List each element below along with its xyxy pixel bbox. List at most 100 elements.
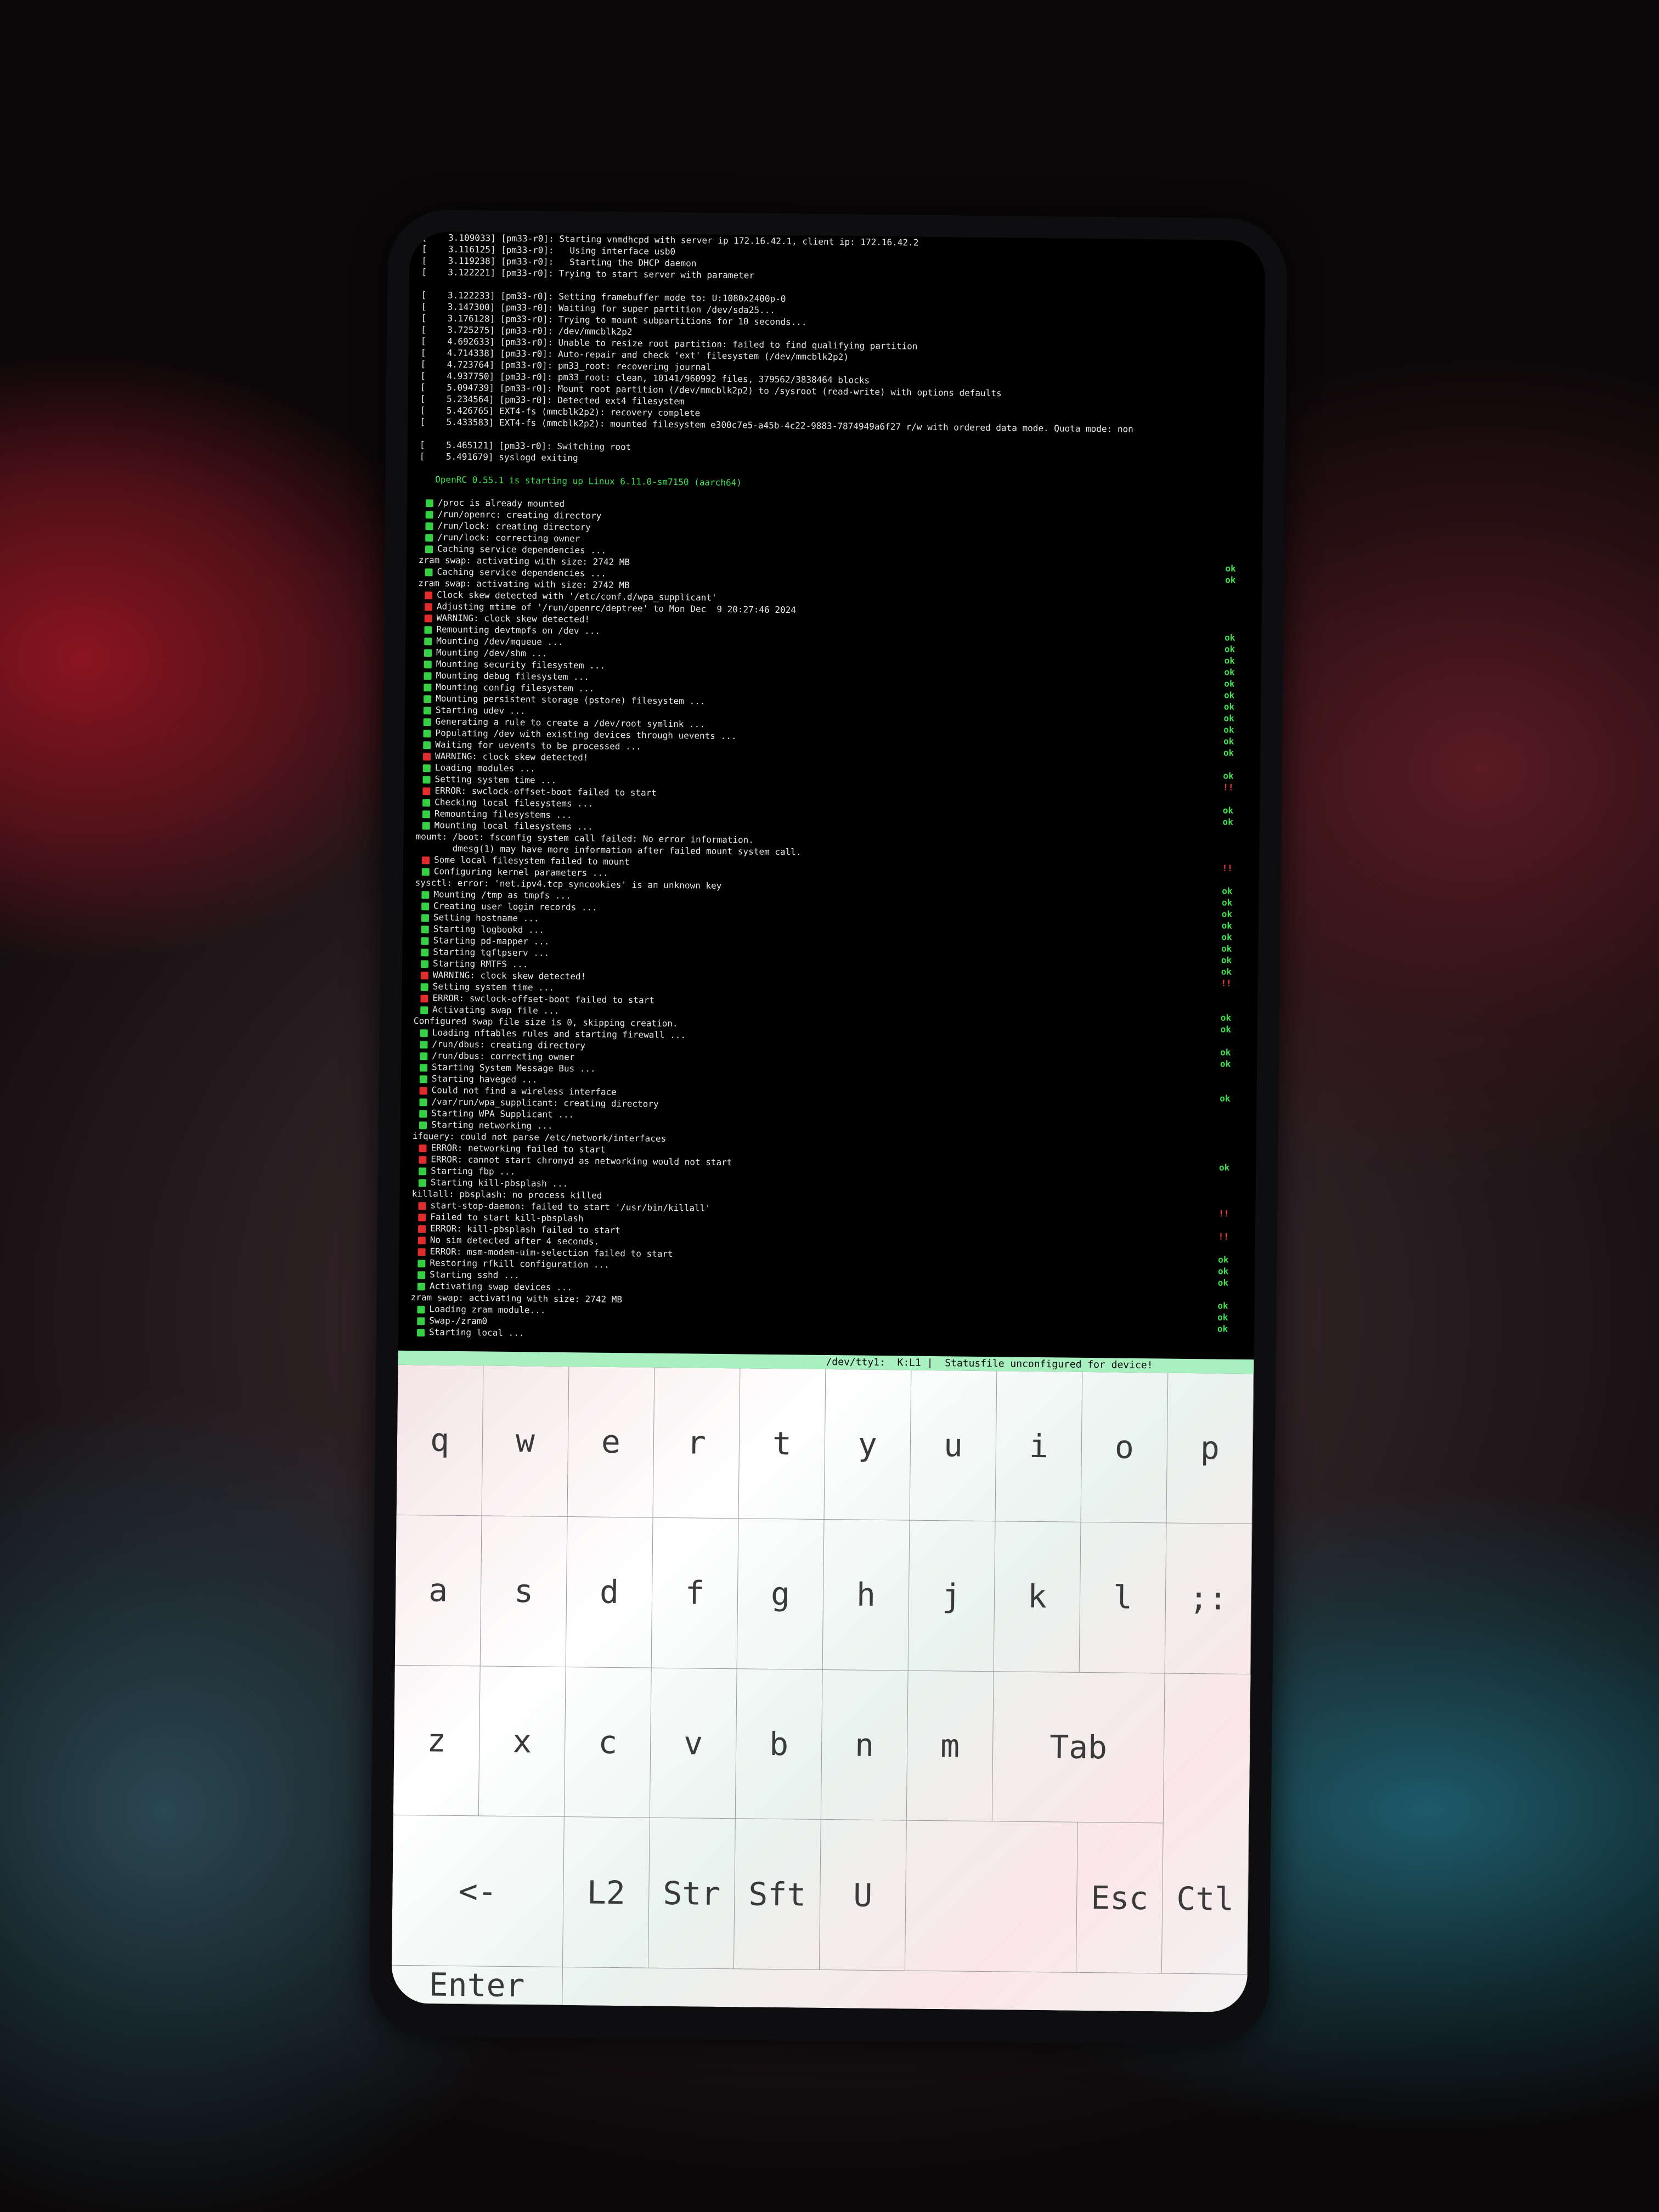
- key-esc[interactable]: Esc: [1076, 1822, 1164, 1974]
- key-space[interactable]: [905, 1820, 1078, 1973]
- ok-bullet-icon: [419, 1121, 427, 1129]
- ok-bullet-icon: [421, 925, 429, 933]
- status-tag: ok: [1221, 920, 1232, 931]
- error-bullet-icon: [418, 1213, 426, 1221]
- ok-bullet-icon: [420, 1029, 428, 1037]
- error-bullet-icon: [419, 1086, 427, 1094]
- ok-bullet-icon: [423, 718, 431, 726]
- key-j[interactable]: j: [908, 1520, 996, 1672]
- console-line-text: killall: pbsplash: no process killed: [411, 1188, 602, 1201]
- status-tag: !!: [1218, 1231, 1229, 1242]
- key-t[interactable]: t: [738, 1368, 826, 1520]
- console-line-text: Some local filesystem failed to mount: [433, 854, 630, 867]
- ok-bullet-icon: [421, 902, 430, 910]
- key-ctl[interactable]: Ctl: [1161, 1823, 1249, 1975]
- ok-bullet-icon: [424, 625, 432, 634]
- key-w[interactable]: w: [482, 1365, 569, 1517]
- key-r[interactable]: r: [653, 1367, 741, 1519]
- key-m[interactable]: m: [906, 1671, 994, 1822]
- status-tag: ok: [1223, 701, 1235, 712]
- console-line-text: Configuring kernel parameters ...: [433, 866, 608, 878]
- ok-bullet-icon: [419, 1098, 427, 1106]
- key-s[interactable]: s: [480, 1516, 568, 1667]
- key-p[interactable]: p: [1166, 1373, 1254, 1524]
- key-n[interactable]: n: [821, 1669, 909, 1821]
- console-line-text: Starting networking ...: [431, 1119, 553, 1131]
- console-line-text: Mounting /tmp as tmpfs ...: [433, 889, 571, 901]
- error-bullet-icon: [417, 1248, 426, 1256]
- key-str[interactable]: Str: [648, 1818, 736, 1970]
- status-tag: ok: [1217, 1277, 1229, 1288]
- status-tag: ok: [1221, 966, 1232, 977]
- error-bullet-icon: [425, 591, 433, 599]
- console-line-text: Starting sshd ...: [430, 1269, 520, 1281]
- ok-bullet-icon: [424, 637, 432, 645]
- console-line-text: Caching service dependencies ...: [437, 566, 606, 579]
- console-line-text: Remounting devtmpfs on /dev ...: [436, 624, 601, 636]
- console-line-text: Checking local filesystems ...: [435, 797, 594, 809]
- key-f[interactable]: f: [651, 1517, 739, 1669]
- key-u[interactable]: u: [910, 1370, 997, 1521]
- status-tag: ok: [1223, 736, 1234, 747]
- console-line-text: Creating user login records ...: [433, 900, 597, 913]
- key-b[interactable]: b: [735, 1668, 823, 1820]
- console-line-text: Restoring rfkill configuration ...: [430, 1257, 610, 1270]
- status-tag: ok: [1223, 724, 1234, 735]
- key-d[interactable]: d: [566, 1516, 653, 1668]
- console-line-text: /run/openrc: creating directory: [437, 509, 602, 521]
- error-bullet-icon: [420, 971, 428, 979]
- key-enter[interactable]: Enter: [391, 1965, 563, 2006]
- key-c[interactable]: c: [564, 1667, 652, 1818]
- key-y[interactable]: y: [824, 1369, 912, 1521]
- status-tag: ok: [1218, 1254, 1229, 1265]
- key-l2[interactable]: L2: [562, 1817, 650, 1968]
- key-e[interactable]: e: [567, 1367, 655, 1518]
- key-h[interactable]: h: [822, 1519, 910, 1671]
- status-tag: ok: [1221, 955, 1232, 966]
- key-v[interactable]: v: [650, 1668, 737, 1819]
- key-x[interactable]: x: [478, 1666, 566, 1818]
- error-bullet-icon: [420, 994, 428, 1002]
- status-tag: ok: [1221, 943, 1232, 954]
- key-g[interactable]: g: [737, 1519, 825, 1670]
- key-a[interactable]: a: [394, 1515, 482, 1666]
- console-line-text: Loading modules ...: [435, 762, 535, 774]
- console-line-text: Caching service dependencies ...: [437, 543, 607, 556]
- error-bullet-icon: [421, 856, 430, 864]
- ok-bullet-icon: [425, 533, 433, 541]
- key-z[interactable]: z: [393, 1665, 481, 1816]
- ok-bullet-icon: [422, 798, 431, 806]
- key-u[interactable]: U: [819, 1820, 907, 1971]
- console-line-text: ERROR: networking failed to start: [431, 1142, 606, 1155]
- status-tag: ok: [1222, 805, 1234, 816]
- ok-bullet-icon: [421, 960, 429, 968]
- error-bullet-icon: [422, 787, 431, 795]
- ok-bullet-icon: [419, 1167, 427, 1175]
- key-tab[interactable]: Tab: [992, 1671, 1165, 1824]
- status-tag: ok: [1225, 574, 1236, 585]
- phone-screen: [ 3.109033] [pm33-r0]: Starting vnmdhcpd…: [391, 231, 1266, 2013]
- key-l[interactable]: l: [1079, 1522, 1167, 1673]
- console-line-text: Mounting debug filesystem ...: [436, 670, 590, 682]
- key-o[interactable]: o: [1081, 1372, 1169, 1523]
- ok-bullet-icon: [422, 810, 431, 818]
- console-line-text: Starting udev ...: [435, 704, 526, 716]
- ok-bullet-icon: [424, 672, 432, 680]
- ok-bullet-icon: [422, 764, 431, 772]
- console-line-text: ERROR: kill-pbsplash failed to start: [430, 1223, 620, 1236]
- console-line-text: /run/lock: correcting owner: [437, 532, 580, 544]
- key-q[interactable]: q: [396, 1364, 484, 1516]
- ok-bullet-icon: [424, 660, 432, 668]
- key-i[interactable]: i: [995, 1371, 1083, 1522]
- key-k[interactable]: k: [994, 1521, 1081, 1673]
- console-line-text: Setting system time ...: [432, 981, 555, 993]
- console-line-text: /proc is already mounted: [437, 497, 565, 509]
- status-tag: ok: [1224, 644, 1235, 654]
- console-line-text: WARNING: clock skew detected!: [435, 751, 589, 763]
- key-[interactable]: ;:: [1165, 1523, 1252, 1674]
- key-[interactable]: <-: [391, 1815, 565, 1968]
- console-line-text: No sim detected after 4 seconds.: [430, 1234, 600, 1247]
- ok-bullet-icon: [421, 890, 430, 899]
- key-sft[interactable]: Sft: [733, 1819, 821, 1970]
- ok-bullet-icon: [417, 1259, 426, 1267]
